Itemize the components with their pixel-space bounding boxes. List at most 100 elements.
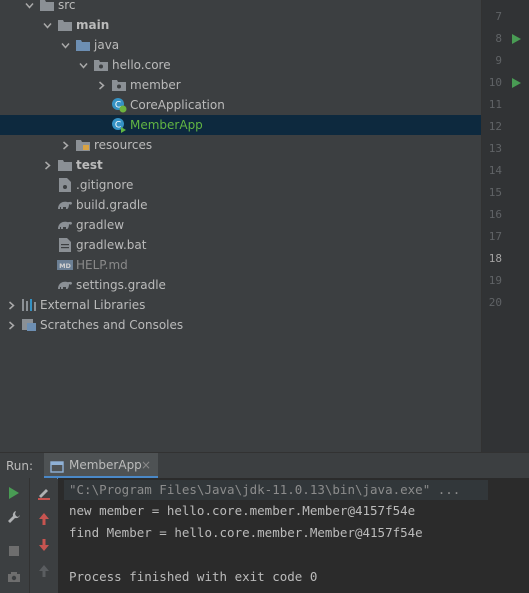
tab-member-app[interactable]: MemberApp × bbox=[44, 453, 158, 479]
line-number: 17 bbox=[488, 230, 502, 243]
tree-item-label: hello.core bbox=[112, 58, 171, 72]
spring-class-icon: C bbox=[111, 95, 127, 115]
line-number: 19 bbox=[488, 274, 502, 287]
tree-item[interactable]: gradlew bbox=[0, 215, 481, 235]
tree-item-label: resources bbox=[94, 138, 153, 152]
console-line: new member = hello.core.member.Member@41… bbox=[69, 503, 416, 518]
tree-item[interactable]: gradlew.bat bbox=[0, 235, 481, 255]
package-icon bbox=[111, 75, 127, 95]
close-tab-icon[interactable]: × bbox=[141, 453, 151, 477]
line-number: 20 bbox=[488, 296, 502, 309]
project-tree: src main java hello.core member C CoreApplicat… bbox=[0, 0, 481, 452]
tree-item-label: .gitignore bbox=[76, 178, 134, 192]
tree-item[interactable]: External Libraries bbox=[0, 295, 481, 315]
line-number: 12 bbox=[488, 120, 502, 133]
tree-item-label: gradlew bbox=[76, 218, 125, 232]
tree-item[interactable]: settings.gradle bbox=[0, 275, 481, 295]
source-folder-icon bbox=[75, 35, 91, 55]
tree-item-label: MemberApp bbox=[130, 118, 203, 132]
arrow-up-icon bbox=[39, 513, 49, 525]
modify-config-button[interactable] bbox=[3, 506, 25, 528]
stop-button[interactable] bbox=[3, 540, 25, 562]
chevron-down-icon[interactable] bbox=[24, 0, 34, 15]
tree-item[interactable]: .gitignore bbox=[0, 175, 481, 195]
line-number: 11 bbox=[488, 98, 502, 111]
tab-label: MemberApp bbox=[69, 458, 142, 472]
class-icon: C bbox=[111, 115, 127, 135]
tree-item[interactable]: C CoreApplication bbox=[0, 95, 481, 115]
folder-icon bbox=[39, 0, 55, 15]
rerun-button[interactable] bbox=[3, 482, 25, 504]
clear-all-button[interactable] bbox=[33, 482, 55, 504]
svg-text:MD: MD bbox=[59, 262, 71, 270]
markdown-file-icon: MD bbox=[57, 255, 73, 275]
line-number: 10 bbox=[488, 76, 502, 89]
tree-item[interactable]: test bbox=[0, 155, 481, 175]
scroll-down-button[interactable] bbox=[33, 534, 55, 556]
scroll-up-button[interactable] bbox=[33, 508, 55, 530]
line-number: 18 bbox=[488, 252, 502, 265]
gradle-icon bbox=[57, 195, 73, 215]
chevron-down-icon[interactable] bbox=[60, 35, 70, 55]
gradle-icon bbox=[57, 275, 73, 295]
tree-item[interactable]: main bbox=[0, 15, 481, 35]
tree-item[interactable]: C MemberApp bbox=[0, 115, 481, 135]
tree-item[interactable]: build.gradle bbox=[0, 195, 481, 215]
console-line: find Member = hello.core.member.Member@4… bbox=[69, 525, 423, 540]
tree-item[interactable]: hello.core bbox=[0, 55, 481, 75]
run-toolbar-left bbox=[0, 478, 30, 593]
line-number: 7 bbox=[495, 10, 502, 23]
tree-item-label: settings.gradle bbox=[76, 278, 166, 292]
tree-item[interactable]: MD HELP.md bbox=[0, 255, 481, 275]
line-number: 16 bbox=[488, 208, 502, 221]
arrow-up-disabled-icon bbox=[39, 565, 49, 577]
scroll-to-top-button[interactable] bbox=[33, 560, 55, 582]
scratches-icon bbox=[21, 315, 37, 335]
tree-item[interactable]: resources bbox=[0, 135, 481, 155]
run-gutter-icon[interactable] bbox=[512, 34, 521, 44]
tree-item-label: HELP.md bbox=[76, 258, 128, 272]
tree-item-label: member bbox=[130, 78, 181, 92]
tree-item[interactable]: member bbox=[0, 75, 481, 95]
chevron-right-icon[interactable] bbox=[96, 75, 106, 95]
tree-item-label: main bbox=[76, 18, 110, 32]
line-number: 15 bbox=[488, 186, 502, 199]
tree-item-label: test bbox=[76, 158, 103, 172]
line-number: 9 bbox=[495, 54, 502, 67]
chevron-right-icon[interactable] bbox=[6, 315, 16, 335]
run-gutter-icon[interactable] bbox=[512, 78, 521, 88]
chevron-down-icon[interactable] bbox=[78, 55, 88, 75]
editor-gutter: 7 8 9 10 11 12 13 14 15 16 17 18 19 20 bbox=[481, 0, 529, 452]
tree-item-label: gradlew.bat bbox=[76, 238, 147, 252]
resources-folder-icon bbox=[75, 135, 91, 155]
stop-icon bbox=[9, 546, 19, 556]
play-icon bbox=[9, 487, 19, 499]
tree-item[interactable]: src bbox=[0, 0, 481, 15]
camera-icon bbox=[8, 572, 20, 582]
chevron-down-icon[interactable] bbox=[42, 15, 52, 35]
run-tool-window-header: Run: MemberApp × bbox=[0, 452, 529, 479]
chevron-right-icon[interactable] bbox=[6, 295, 16, 315]
arrow-down-icon bbox=[39, 539, 49, 551]
tree-item[interactable]: Scratches and Consoles bbox=[0, 315, 481, 335]
line-number: 8 bbox=[495, 32, 502, 45]
tree-item[interactable]: java bbox=[0, 35, 481, 55]
screenshot-button[interactable] bbox=[3, 566, 25, 588]
gradle-icon bbox=[57, 215, 73, 235]
libraries-icon bbox=[21, 295, 37, 315]
console-output[interactable]: "C:\Program Files\Java\jdk-11.0.13\bin\j… bbox=[58, 478, 529, 593]
pencil-icon bbox=[38, 489, 50, 500]
tree-item-label: build.gradle bbox=[76, 198, 148, 212]
chevron-right-icon[interactable] bbox=[60, 135, 70, 155]
folder-icon bbox=[57, 155, 73, 175]
console-command-line[interactable]: "C:\Program Files\Java\jdk-11.0.13\bin\j… bbox=[69, 479, 460, 501]
tree-item-label: src bbox=[58, 0, 76, 12]
chevron-right-icon[interactable] bbox=[42, 155, 52, 175]
gitignore-file-icon bbox=[57, 175, 73, 195]
line-number: 13 bbox=[488, 142, 502, 155]
folder-icon bbox=[57, 15, 73, 35]
text-file-icon bbox=[57, 235, 73, 255]
console-line: Process finished with exit code 0 bbox=[69, 569, 318, 584]
tree-item-label: External Libraries bbox=[40, 298, 146, 312]
tree-item-label: java bbox=[94, 38, 120, 52]
